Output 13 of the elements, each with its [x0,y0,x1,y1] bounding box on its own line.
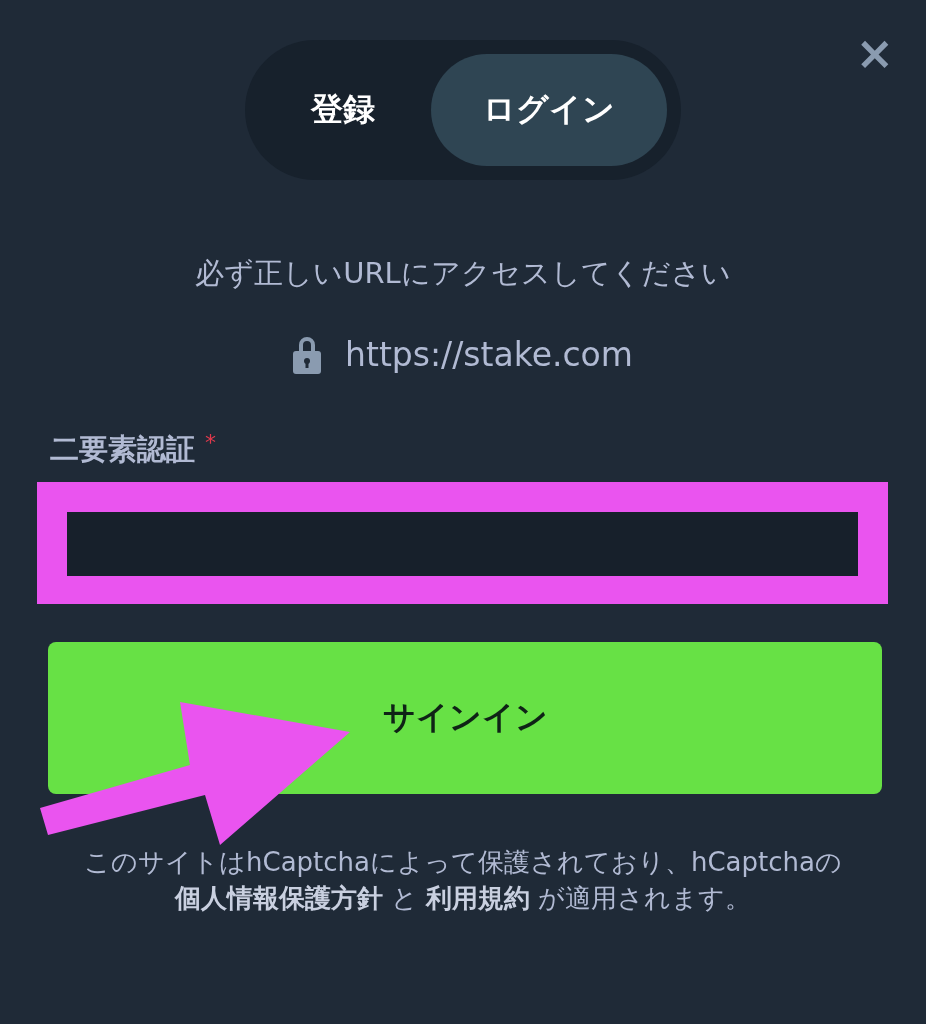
notice-text: 必ず正しいURLにアクセスしてください [194,255,732,292]
link[interactable]: 利用規約 [426,883,531,914]
link[interactable]: 個人情報保護方針 [174,883,383,914]
lock-icon [293,334,322,374]
url-text: https://stake.com [345,334,633,374]
tab[interactable]: 登録 [259,54,427,166]
tab[interactable]: ログイン [431,54,667,166]
field-label: 二要素認証 [50,431,195,468]
input-field[interactable] [67,512,858,576]
captcha-notice: このサイトはhCaptchaによって保護されており、hCaptchaの 個人情報保護方針 と 利用規約 が適用されます。 [83,846,843,916]
close-button[interactable]: × [851,30,898,76]
required-mark: * [205,430,216,455]
sign-in-button[interactable]: サインイン [48,642,882,794]
